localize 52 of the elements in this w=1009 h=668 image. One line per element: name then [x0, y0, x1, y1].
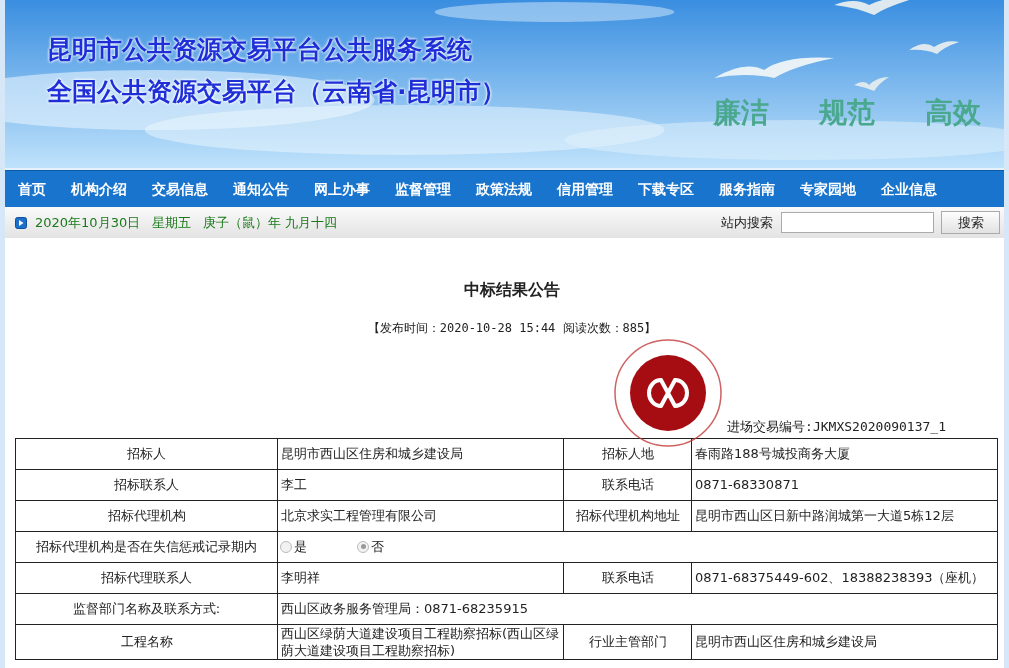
table-cell: 招标代理机构地址 — [563, 500, 692, 531]
nav-link[interactable]: 通知公告 — [233, 178, 289, 200]
table-cell: 昆明市西山区住房和城乡建设局 — [691, 624, 998, 659]
table-cell: 行业主管部门 — [563, 624, 692, 659]
publish-info: 【发布时间：2020-10-28 15:44 阅读次数：885】 — [367, 320, 657, 337]
table-cell: 监督部门名称及联系方式: — [15, 593, 278, 624]
table-cell: 李明祥 — [277, 562, 564, 593]
radio-option[interactable]: 是 — [280, 536, 307, 557]
nav-link[interactable]: 监督管理 — [395, 178, 451, 200]
table-cell: 0871-68330871 — [691, 469, 998, 500]
table-cell: 北京求实工程管理有限公司 — [277, 500, 564, 531]
site-subtitle: 全国公共资源交易平台（云南省·昆明市） — [47, 76, 508, 108]
weekday-text: 星期五 — [152, 213, 192, 232]
date-text: 2020年10月30日 — [35, 213, 141, 232]
nav-link[interactable]: 网上办事 — [314, 178, 370, 200]
seal-stamp-icon — [613, 338, 723, 448]
nav-link[interactable]: 专家园地 — [800, 178, 856, 200]
table-cell: 西山区政务服务管理局：0871-68235915 — [277, 593, 998, 624]
table-cell: 春雨路188号城投商务大厦 — [691, 438, 998, 469]
table-cell: 工程名称 — [15, 624, 278, 659]
article-title: 中标结果公告 — [464, 279, 560, 301]
trade-number: 进场交易编号:JKMXS2020090137_1 — [727, 418, 946, 436]
table-cell: 招标人 — [15, 438, 278, 469]
search-button[interactable]: 搜索 — [941, 211, 1000, 234]
table-cell: 招标联系人 — [15, 469, 278, 500]
nav-link[interactable]: 服务指南 — [719, 178, 775, 200]
slogan: 高效 — [925, 95, 981, 131]
table-cell: 招标代理机构 — [15, 500, 278, 531]
table-cell: 联系电话 — [563, 562, 692, 593]
nav-link[interactable]: 政策法规 — [476, 178, 532, 200]
table-cell: 西山区绿荫大道建设项目工程勘察招标(西山区绿荫大道建设项目工程勘察招标) — [277, 624, 564, 659]
site-title: 昆明市公共资源交易平台公共服务系统 — [47, 34, 473, 66]
slogan: 廉洁 — [713, 95, 769, 131]
table-cell: 昆明市西山区日新中路润城第一大道5栋12层 — [691, 500, 998, 531]
table-cell: 招标代理联系人 — [15, 562, 278, 593]
table-cell: 招标代理机构是否在失信惩戒记录期内 — [15, 531, 278, 562]
radio-option[interactable]: 否 — [357, 536, 384, 557]
table-cell: 招标人地 — [563, 438, 692, 469]
table-cell: 0871-68375449-602、18388238393（座机） — [691, 562, 998, 593]
table-cell: 昆明市西山区住房和城乡建设局 — [277, 438, 564, 469]
nav-link[interactable]: 下载专区 — [638, 178, 694, 200]
slogan: 规范 — [819, 95, 875, 131]
table-cell: 联系电话 — [563, 469, 692, 500]
nav-link[interactable]: 首页 — [18, 178, 46, 200]
table-cell: 李工 — [277, 469, 564, 500]
nav-link[interactable]: 机构介绍 — [71, 178, 127, 200]
nav-link[interactable]: 企业信息 — [881, 178, 937, 200]
lunar-date-text: 庚子（鼠）年 九月十四 — [203, 213, 338, 232]
nav-link[interactable]: 信用管理 — [557, 178, 613, 200]
nav-link[interactable]: 交易信息 — [152, 178, 208, 200]
search-field[interactable] — [781, 212, 934, 233]
search-label: 站内搜索 — [721, 213, 773, 232]
